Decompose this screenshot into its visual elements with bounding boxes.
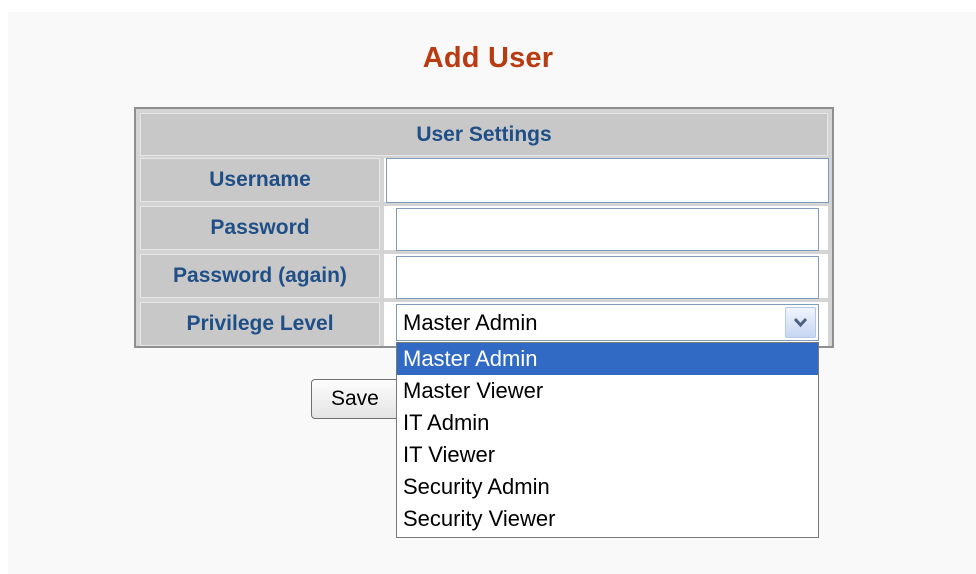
user-settings-header: User Settings: [140, 113, 828, 156]
password-again-label: Password (again): [140, 254, 380, 298]
option-security-admin[interactable]: Security Admin: [397, 471, 818, 503]
password-label: Password: [140, 206, 380, 250]
page-title: Add User: [422, 42, 554, 74]
password-again-input[interactable]: [396, 256, 819, 299]
dropdown-arrow-button[interactable]: [785, 307, 816, 338]
option-master-viewer[interactable]: Master Viewer: [397, 375, 818, 407]
username-label: Username: [140, 158, 380, 202]
option-security-viewer[interactable]: Security Viewer: [397, 503, 818, 535]
privilege-level-select[interactable]: Master Admin: [396, 304, 819, 341]
option-it-viewer[interactable]: IT Viewer: [397, 439, 818, 471]
page: Add User User Settings Username Password…: [0, 0, 976, 574]
option-master-admin[interactable]: Master Admin: [397, 343, 818, 375]
option-it-admin[interactable]: IT Admin: [397, 407, 818, 439]
save-button[interactable]: Save: [311, 379, 401, 419]
privilege-level-options-list[interactable]: Master Admin Master Viewer IT Admin IT V…: [396, 342, 819, 538]
privilege-level-label: Privilege Level: [140, 302, 380, 346]
privilege-level-selected-value: Master Admin: [403, 310, 538, 335]
username-input[interactable]: [386, 158, 829, 203]
password-input[interactable]: [396, 208, 819, 251]
chevron-down-icon: [793, 317, 808, 328]
